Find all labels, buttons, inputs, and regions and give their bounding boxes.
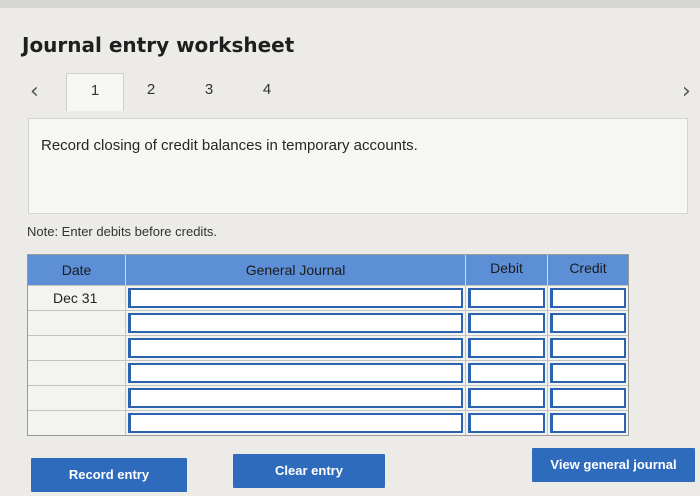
account-input[interactable] xyxy=(128,313,463,333)
clear-entry-button[interactable]: Clear entry xyxy=(233,454,385,488)
account-input[interactable] xyxy=(128,413,463,433)
date-cell[interactable] xyxy=(28,311,126,335)
header-debit: Debit xyxy=(466,255,548,285)
account-input[interactable] xyxy=(128,363,463,383)
table-row xyxy=(28,310,628,335)
credit-input[interactable] xyxy=(550,338,626,358)
debit-cell xyxy=(466,311,548,335)
top-strip xyxy=(0,0,700,8)
table-row xyxy=(28,410,628,435)
account-input[interactable] xyxy=(128,288,463,308)
credit-cell xyxy=(548,361,628,385)
credit-cell xyxy=(548,336,628,360)
table-row xyxy=(28,335,628,360)
debit-cell xyxy=(466,361,548,385)
debit-input[interactable] xyxy=(468,363,545,383)
tab-3[interactable]: 3 xyxy=(180,73,238,111)
tab-bar: ‹ 1 2 3 4 › xyxy=(20,73,700,111)
table-row xyxy=(28,385,628,410)
table-header: Date General Journal Debit Credit xyxy=(28,255,628,285)
prompt-text: Record closing of credit balances in tem… xyxy=(41,137,418,154)
debit-cell xyxy=(466,386,548,410)
credit-cell xyxy=(548,311,628,335)
general-journal-cell xyxy=(126,336,466,360)
credit-input[interactable] xyxy=(550,288,626,308)
tab-4[interactable]: 4 xyxy=(238,73,296,111)
credit-cell xyxy=(548,286,628,310)
general-journal-cell xyxy=(126,286,466,310)
header-date: Date xyxy=(28,255,126,285)
header-general-journal: General Journal xyxy=(126,255,466,285)
chevron-left-icon[interactable]: ‹ xyxy=(30,79,39,104)
page-title: Journal entry worksheet xyxy=(22,33,295,57)
credit-input[interactable] xyxy=(550,388,626,408)
date-cell[interactable] xyxy=(28,411,126,435)
note-text: Note: Enter debits before credits. xyxy=(27,224,218,239)
debit-input[interactable] xyxy=(468,288,545,308)
prompt-box: Record closing of credit balances in tem… xyxy=(28,118,688,214)
debit-cell xyxy=(466,411,548,435)
debit-cell xyxy=(466,336,548,360)
tab-2[interactable]: 2 xyxy=(122,73,180,111)
account-input[interactable] xyxy=(128,338,463,358)
debit-input[interactable] xyxy=(468,413,545,433)
debit-input[interactable] xyxy=(468,388,545,408)
view-general-journal-button[interactable]: View general journal xyxy=(532,448,695,482)
credit-input[interactable] xyxy=(550,413,626,433)
account-input[interactable] xyxy=(128,388,463,408)
general-journal-cell xyxy=(126,386,466,410)
credit-input[interactable] xyxy=(550,313,626,333)
credit-cell xyxy=(548,411,628,435)
chevron-right-icon[interactable]: › xyxy=(682,79,691,104)
date-cell[interactable] xyxy=(28,336,126,360)
general-journal-cell xyxy=(126,361,466,385)
table-row: Dec 31 xyxy=(28,285,628,310)
record-entry-button[interactable]: Record entry xyxy=(31,458,187,492)
date-cell[interactable]: Dec 31 xyxy=(28,286,126,310)
general-journal-cell xyxy=(126,411,466,435)
header-credit: Credit xyxy=(569,260,607,276)
credit-cell xyxy=(548,386,628,410)
debit-input[interactable] xyxy=(468,338,545,358)
tab-1[interactable]: 1 xyxy=(66,73,124,111)
journal-table: Date General Journal Debit Credit Dec 31 xyxy=(27,254,629,436)
table-row xyxy=(28,360,628,385)
credit-input[interactable] xyxy=(550,363,626,383)
debit-cell xyxy=(466,286,548,310)
general-journal-cell xyxy=(126,311,466,335)
date-cell[interactable] xyxy=(28,361,126,385)
date-cell[interactable] xyxy=(28,386,126,410)
debit-input[interactable] xyxy=(468,313,545,333)
